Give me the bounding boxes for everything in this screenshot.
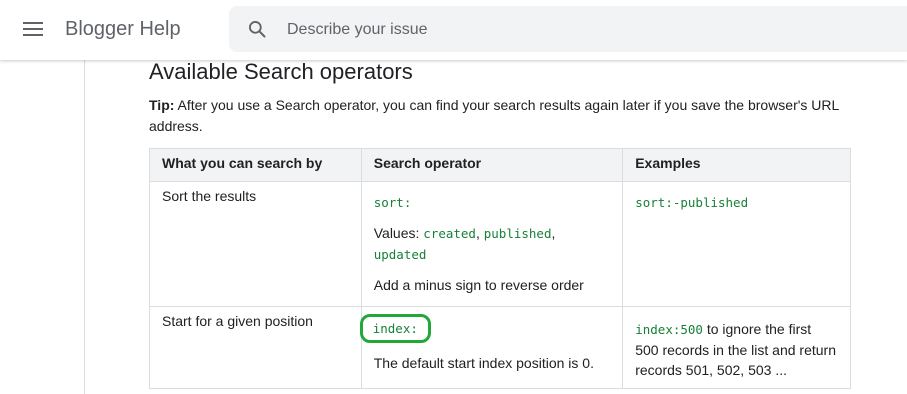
cell-operator: sort: Values: created, published, updated… <box>360 181 624 307</box>
values-label: Values: <box>373 225 424 241</box>
example-code: sort:-published <box>635 195 749 210</box>
cell-what: Sort the results <box>149 181 362 307</box>
table-row: Start for a given position index: The de… <box>149 306 851 389</box>
top-app-bar: Blogger Help <box>0 0 907 60</box>
operator-code: index: <box>372 321 418 336</box>
value-code: created <box>423 226 476 241</box>
left-nav-divider <box>84 60 85 394</box>
what-text: Start for a given position <box>162 313 313 329</box>
operator-note: The default start index position is 0. <box>373 355 594 371</box>
column-header-what: What you can search by <box>149 148 362 182</box>
table-row: Sort the results sort: Values: created, … <box>149 181 851 307</box>
section-heading: Available Search operators <box>149 59 413 84</box>
table-header-row: What you can search by Search operator E… <box>149 148 851 182</box>
app-title[interactable]: Blogger Help <box>65 17 181 41</box>
hamburger-menu-icon[interactable] <box>23 21 43 37</box>
cell-what: Start for a given position <box>149 306 362 389</box>
column-header-examples: Examples <box>622 148 851 182</box>
value-code: published <box>483 226 552 241</box>
operator-code: sort: <box>373 195 412 210</box>
highlight-annotation: index: <box>359 314 431 343</box>
operator-note: Add a minus sign to reverse order <box>373 277 584 293</box>
tip-text: After you use a Search operator, you can… <box>149 97 839 134</box>
example-code: index:500 <box>635 322 703 337</box>
tip-paragraph: Tip: After you use a Search operator, yo… <box>149 95 839 137</box>
search-input[interactable] <box>285 16 889 44</box>
value-code: updated <box>373 247 427 262</box>
cell-example: sort:-published <box>622 181 851 307</box>
what-text: Sort the results <box>162 188 257 204</box>
cell-example: index:500 to ignore the first 500 record… <box>622 306 851 389</box>
search-icon[interactable] <box>247 19 267 39</box>
search-box[interactable] <box>229 6 907 52</box>
operator-values: Values: created, published, updated <box>373 225 556 262</box>
search-operators-table: What you can search by Search operator E… <box>149 148 851 389</box>
column-header-operator: Search operator <box>360 148 624 182</box>
cell-operator: index: The default start index position … <box>359 306 624 389</box>
tip-label: Tip: <box>149 97 175 113</box>
